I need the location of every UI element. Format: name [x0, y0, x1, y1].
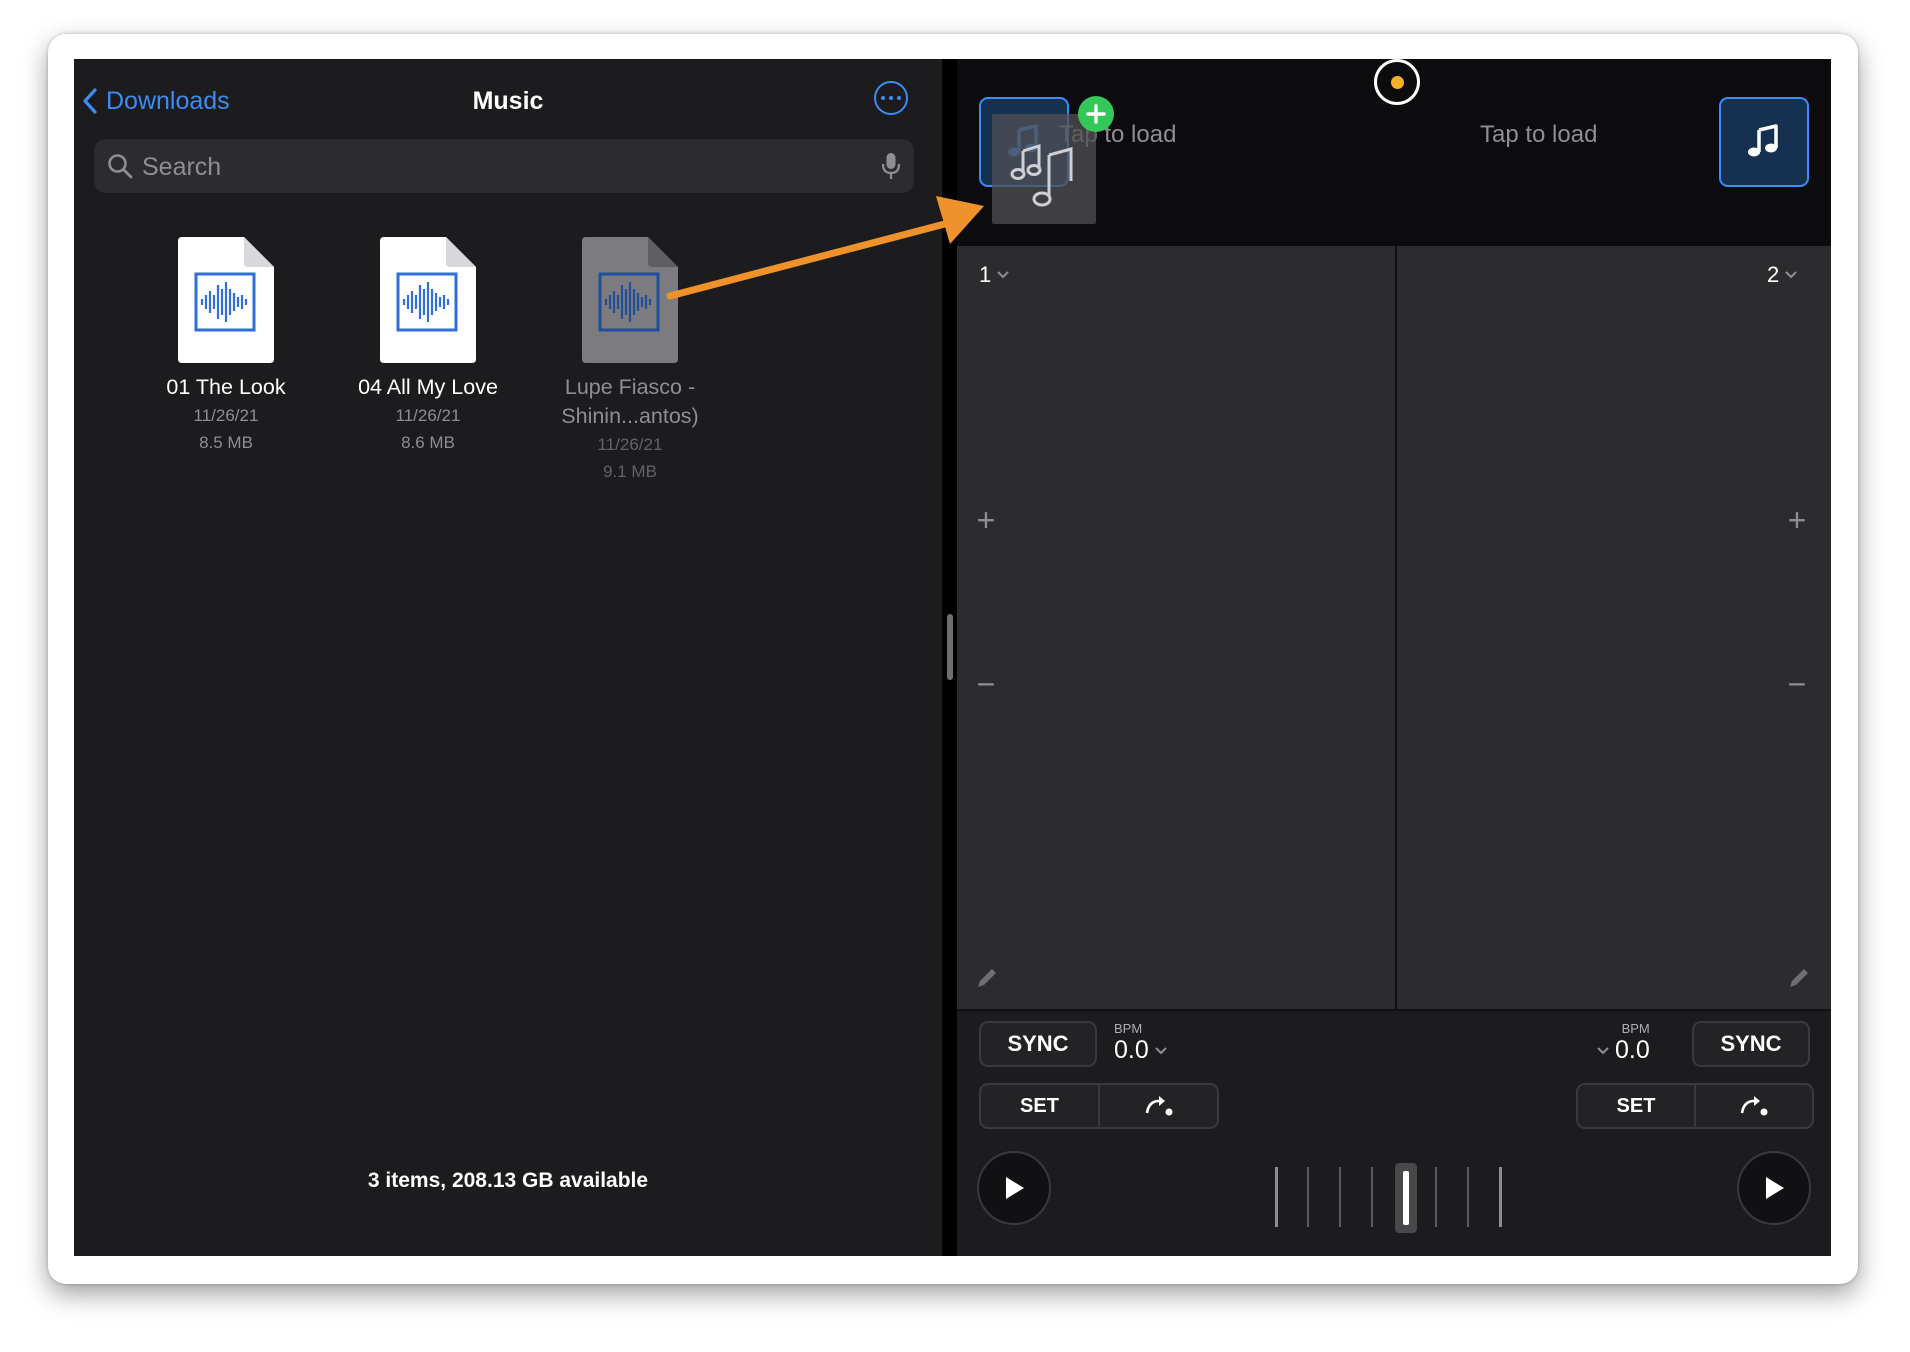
deck-1-set-button[interactable]: SET	[981, 1085, 1098, 1127]
waveform-area: 1 + − 2 + −	[957, 246, 1831, 1009]
crossfader-tick	[1467, 1167, 1469, 1227]
file-size: 8.6 MB	[401, 433, 455, 452]
play-icon	[1766, 1177, 1784, 1199]
deck-2-set-button[interactable]: SET	[1578, 1085, 1694, 1127]
cue-jump-icon	[1145, 1096, 1172, 1116]
bpm-label: BPM	[1114, 1021, 1143, 1036]
deck-1-bpm[interactable]: BPM 0.0	[1114, 1021, 1167, 1065]
deck-1-play-button[interactable]	[977, 1151, 1051, 1225]
file-name-line2: Shinin...antos)	[561, 404, 699, 428]
deck-2-bpm-value: 0.0	[1615, 1036, 1650, 1064]
file-name-line1: Lupe Fiasco -	[564, 375, 696, 399]
file-size: 9.1 MB	[603, 462, 657, 481]
file-size: 8.5 MB	[199, 433, 253, 452]
deck-2-sync-button[interactable]: SYNC	[1692, 1021, 1810, 1067]
crossfader-tick	[1499, 1167, 1502, 1227]
music-note-icon	[1748, 124, 1778, 157]
audio-file-icon	[178, 237, 274, 363]
deck-1-waveform[interactable]: 1 + −	[957, 246, 1395, 1009]
file-item[interactable]: 04 All My Love 11/26/21 8.6 MB	[328, 237, 528, 456]
deck-1-selector[interactable]: 1	[979, 262, 1009, 288]
search-bar[interactable]	[94, 139, 914, 195]
status-indicator	[1374, 59, 1420, 105]
file-name: 04 All My Love	[358, 375, 498, 399]
more-options-button[interactable]	[874, 81, 908, 115]
deck-2-play-button[interactable]	[1737, 1151, 1811, 1225]
microphone-icon[interactable]	[880, 151, 902, 181]
deck-2-tap-to-load[interactable]: Tap to load	[1480, 121, 1597, 149]
deck-2-jump-button[interactable]	[1694, 1085, 1812, 1127]
deck-2-load-slot[interactable]	[1719, 97, 1809, 187]
audio-file-icon	[582, 237, 678, 363]
deck-controls: SYNC BPM 0.0 SET BPM 0.0 SYNC SET	[957, 1009, 1831, 1256]
chevron-down-icon	[1597, 1046, 1609, 1054]
play-icon	[1006, 1177, 1024, 1199]
storage-summary: 3 items, 208.13 GB available	[367, 1169, 649, 1192]
ipad-frame: Downloads Music Search 01 The Look 11/26…	[48, 34, 1858, 1284]
dj-app-pane: Tap to load Tap to load 1 + − 2 + − SYNC…	[957, 59, 1831, 1256]
ipad-screen: Downloads Music Search 01 The Look 11/26…	[74, 59, 1831, 1256]
music-notes-icon	[1010, 143, 1073, 207]
deck-1-cue-controls: SET	[979, 1083, 1219, 1129]
deck-2-number: 2	[1767, 262, 1780, 287]
deck-1-jump-button[interactable]	[1098, 1085, 1217, 1127]
audio-file-icon	[380, 237, 476, 363]
drop-add-badge	[1078, 96, 1114, 132]
bpm-value[interactable]: 0.0	[1114, 1036, 1167, 1065]
deck-1-zoom-out-button[interactable]: −	[971, 668, 1001, 700]
deck-header: Tap to load Tap to load	[957, 59, 1831, 244]
bpm-value[interactable]: 0.0	[1597, 1036, 1650, 1065]
recording-dot-icon	[1390, 75, 1404, 89]
deck-2-cue-controls: SET	[1576, 1083, 1814, 1129]
file-name: 01 The Look	[166, 375, 286, 399]
deck-2-selector[interactable]: 2	[1767, 262, 1797, 288]
back-button[interactable]: Downloads	[82, 81, 230, 121]
deck-1-number: 1	[979, 262, 992, 287]
back-label: Downloads	[106, 86, 230, 115]
pencil-icon[interactable]	[975, 966, 999, 990]
crossfader-tick	[1275, 1167, 1278, 1227]
chevron-left-icon	[83, 88, 97, 114]
file-date: 11/26/21	[395, 406, 461, 425]
crossfader-tick	[1435, 1167, 1437, 1227]
search-input[interactable]	[140, 139, 844, 195]
plus-icon	[1086, 104, 1106, 124]
deck-2-waveform[interactable]: 2 + −	[1397, 246, 1831, 1009]
chevron-down-icon	[1785, 271, 1797, 279]
file-item[interactable]: 01 The Look 11/26/21 8.5 MB	[126, 237, 326, 456]
file-date: 11/26/21	[597, 435, 663, 454]
drag-preview	[992, 114, 1096, 224]
deck-1-zoom-in-button[interactable]: +	[971, 504, 1001, 536]
ellipsis-icon	[881, 96, 885, 100]
file-date: 11/26/21	[193, 406, 259, 425]
deck-2-zoom-out-button[interactable]: −	[1782, 668, 1812, 700]
deck-2-bpm[interactable]: BPM 0.0	[1597, 1021, 1650, 1065]
pencil-icon[interactable]	[1787, 966, 1811, 990]
cue-jump-icon	[1740, 1096, 1768, 1116]
chevron-down-icon	[1155, 1046, 1167, 1054]
deck-2-zoom-in-button[interactable]: +	[1782, 504, 1812, 536]
crossfader[interactable]	[1275, 1161, 1515, 1235]
crossfader-knob[interactable]	[1393, 1161, 1419, 1235]
chevron-down-icon	[997, 271, 1009, 279]
crossfader-tick	[1307, 1167, 1309, 1227]
files-app-pane: Downloads Music Search 01 The Look 11/26…	[74, 59, 942, 1256]
crossfader-tick	[1371, 1167, 1373, 1227]
deck-1-bpm-value: 0.0	[1114, 1036, 1149, 1064]
bpm-label: BPM	[1621, 1021, 1650, 1036]
search-icon	[108, 154, 133, 179]
crossfader-tick	[1339, 1167, 1341, 1227]
deck-1-sync-button[interactable]: SYNC	[979, 1021, 1097, 1067]
file-item-dragging[interactable]: Lupe Fiasco - Shinin...antos) 11/26/21 9…	[530, 237, 730, 485]
split-view-handle[interactable]	[947, 614, 953, 680]
